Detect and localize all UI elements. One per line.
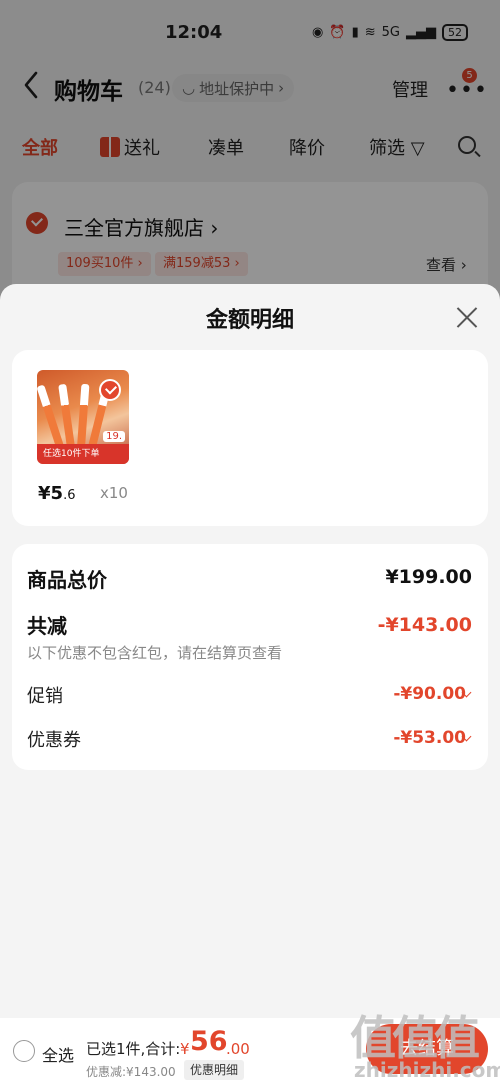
- close-icon[interactable]: [454, 304, 480, 330]
- total-price-value: ¥199.00: [385, 566, 472, 588]
- goods-card: 19. 任选10件下单 ¥5.6 x10: [12, 350, 488, 526]
- item-quantity: x10: [100, 484, 128, 502]
- promotion-label: 促销: [27, 686, 63, 707]
- price-summary-card: 商品总价 ¥199.00 共减 -¥143.00 以下优惠不包含红包，请在结算页…: [12, 544, 488, 770]
- checkout-button[interactable]: 去结算: [366, 1024, 488, 1074]
- total-amount-dec: .00: [226, 1040, 250, 1058]
- coupon-label: 优惠券: [27, 730, 81, 751]
- checkout-bar: 全选 已选1件,合计: ¥ 56 .00 优惠减:¥143.00 优惠明细 去结…: [0, 1018, 500, 1085]
- select-all-label[interactable]: 全选: [42, 1042, 74, 1066]
- unit-price-int: ¥5: [38, 483, 64, 504]
- product-thumbnail[interactable]: 19. 任选10件下单: [37, 370, 129, 464]
- modal-overlay[interactable]: [0, 0, 500, 300]
- selected-summary: 已选1件,合计:: [86, 1040, 181, 1058]
- total-reduce-label: 共减: [27, 614, 67, 638]
- discount-summary: 优惠减:¥143.00: [86, 1065, 176, 1079]
- cart-background: 12:04 ◉ ⏰ ▮ ≋ 5G ▂▄▆ 52 购物车 (24) ◡ 地址保护中…: [0, 0, 500, 322]
- coupon-value[interactable]: -¥53.00: [393, 728, 466, 748]
- sheet-title: 金额明细: [205, 308, 294, 333]
- currency-symbol: ¥: [180, 1040, 190, 1058]
- amount-detail-sheet: 金额明细 19. 任选10件下单 ¥5.6 x10 商品总价 ¥199.00 共…: [0, 284, 500, 1024]
- discount-detail-button[interactable]: 优惠明细: [184, 1060, 245, 1080]
- total-amount-int: 56: [190, 1026, 228, 1057]
- unit-price: ¥5.6: [38, 483, 75, 504]
- select-all-radio[interactable]: [13, 1040, 35, 1062]
- unit-price-dec: .6: [63, 488, 76, 503]
- discount-note: 以下优惠不包含红包，请在结算页查看: [27, 644, 283, 662]
- selected-check-icon: [99, 379, 121, 401]
- total-price-label: 商品总价: [27, 568, 107, 592]
- promotion-value[interactable]: -¥90.00: [393, 684, 466, 704]
- thumb-banner: 任选10件下单: [37, 444, 129, 464]
- thumb-price-tag: 19.: [103, 431, 125, 442]
- total-reduce-value: -¥143.00: [377, 614, 472, 636]
